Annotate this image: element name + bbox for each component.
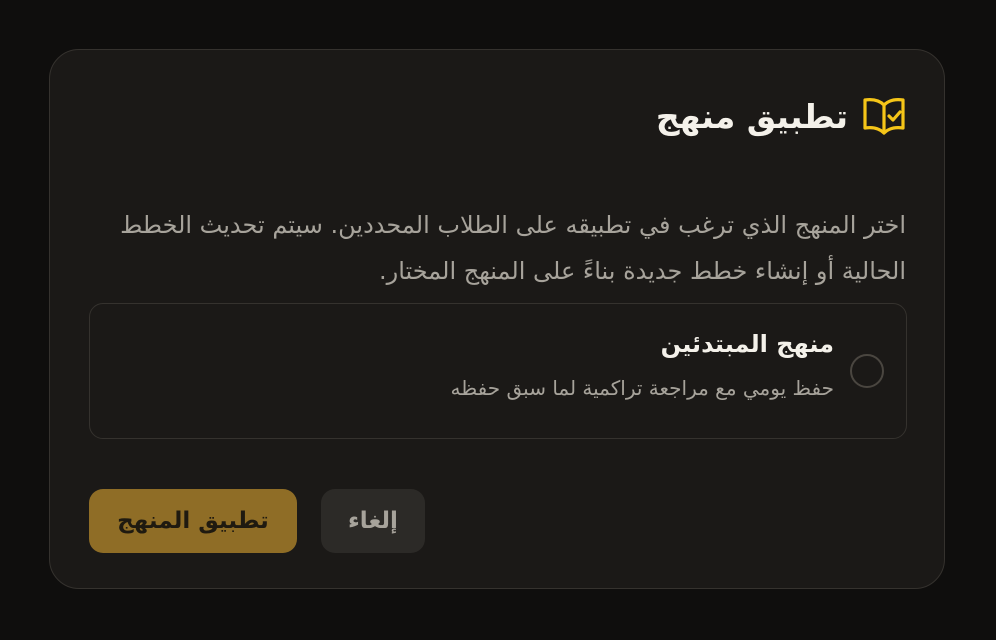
apply-curriculum-dialog: تطبيق منهج اختر المنهج الذي ترغب في تطبي…: [49, 49, 945, 589]
curriculum-option-beginners[interactable]: منهج المبتدئين حفظ يومي مع مراجعة تراكمي…: [89, 303, 907, 439]
curriculum-radio[interactable]: [850, 354, 884, 388]
book-check-icon: [862, 95, 906, 137]
curriculum-option-description: حفظ يومي مع مراجعة تراكمية لما سبق حفظه: [450, 376, 834, 400]
dialog-description: اختر المنهج الذي ترغب في تطبيقه على الطل…: [120, 211, 906, 285]
cancel-button[interactable]: إلغاء: [321, 489, 425, 553]
dialog-title: تطبيق منهج: [655, 96, 848, 136]
curriculum-option-name: منهج المبتدئين: [660, 330, 834, 358]
apply-curriculum-button[interactable]: تطبيق المنهج: [89, 489, 297, 553]
dialog-header: تطبيق منهج: [656, 94, 906, 138]
